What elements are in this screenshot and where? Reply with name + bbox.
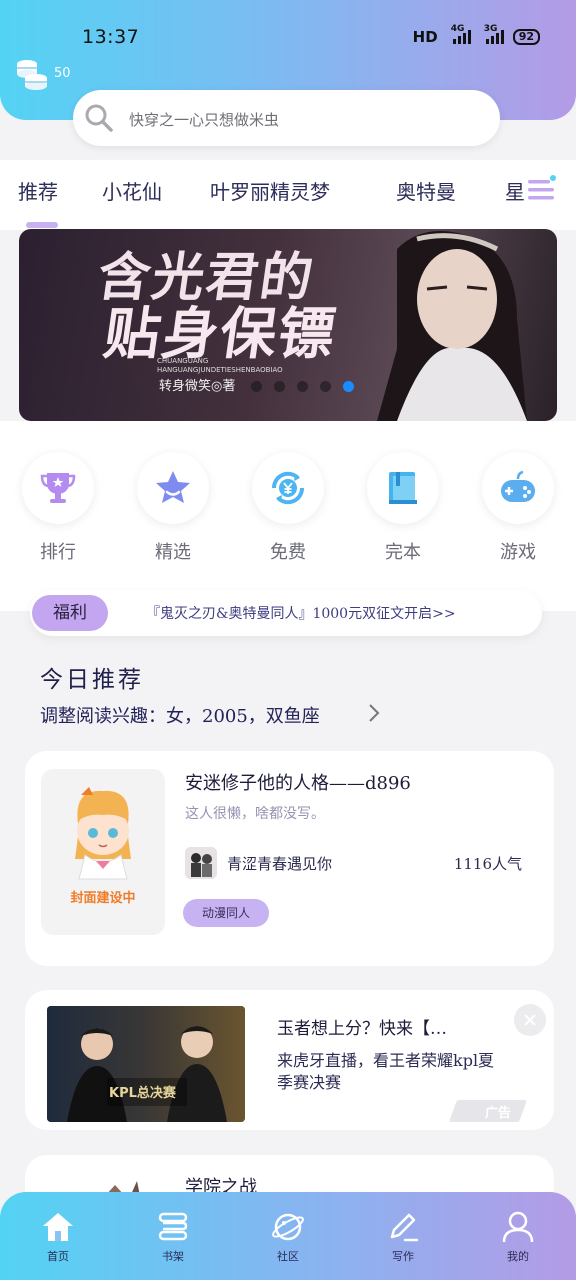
- welfare-text: 『鬼灭之刃&奥特曼同人』1000元双征文开启>>: [146, 606, 456, 622]
- quick-entry-free[interactable]: 免费: [238, 452, 338, 564]
- carousel-dot[interactable]: [274, 381, 285, 392]
- signal-3g-icon: 3G: [484, 24, 504, 44]
- coins-icon[interactable]: [14, 56, 50, 92]
- tab-star[interactable]: 星: [505, 176, 525, 205]
- tab-ultraman[interactable]: 奥特曼: [396, 176, 456, 205]
- battery-icon: 92: [512, 29, 540, 45]
- quick-entry-label: 游戏: [500, 542, 536, 563]
- search-icon: [85, 104, 113, 132]
- tab-yeluoli[interactable]: 叶罗丽精灵梦: [210, 176, 330, 205]
- signal-4g-icon: 4G: [451, 24, 471, 44]
- book-card[interactable]: 封面建设中 安迷修子他的人格——d896 这人很懒，啥都没写。 青涩青春遇见你 …: [25, 751, 554, 966]
- carousel-dots: [251, 381, 354, 392]
- carousel-dot[interactable]: [251, 381, 262, 392]
- quick-entry-label: 完本: [385, 542, 421, 563]
- book-description: 这人很懒，啥都没写。: [185, 806, 325, 822]
- star-icon: [156, 471, 190, 503]
- chevron-right-icon[interactable]: [366, 702, 382, 724]
- ad-image-caption: KPL总决赛: [109, 1086, 176, 1101]
- bottom-navigation: 首页 书架 社区 写作 我的: [0, 1192, 576, 1280]
- popularity-count: 1116人气: [453, 855, 522, 873]
- quick-entry-label: 精选: [155, 542, 191, 563]
- banner-carousel[interactable]: 含光君的 贴身保镖 CHUANGUANG HANGUANGJUNDETIESHE…: [19, 229, 557, 421]
- quick-entry-completed[interactable]: 完本: [353, 452, 453, 564]
- nav-bookshelf[interactable]: 书架: [133, 1210, 213, 1264]
- welfare-badge: 福利: [32, 595, 108, 631]
- genre-tag[interactable]: 动漫同人: [183, 899, 269, 927]
- ad-title: 玉者想上分？快来【…: [277, 1019, 447, 1039]
- trophy-icon: [40, 473, 76, 503]
- quick-entry-games[interactable]: 游戏: [468, 452, 568, 564]
- book-icon: [389, 472, 417, 504]
- tab-indicator: [26, 222, 58, 228]
- reading-interest-link[interactable]: 调整阅读兴趣：女，2005，双鱼座: [40, 702, 320, 728]
- cover-placeholder-text: 封面建设中: [70, 891, 136, 906]
- banner-pinyin: CHUANGUANG HANGUANGJUNDETIESHENBAOBIAO: [157, 357, 283, 374]
- nav-community[interactable]: 社区: [248, 1210, 328, 1264]
- nav-label: 社区: [277, 1250, 299, 1263]
- anime-girl-illustration: [75, 787, 131, 880]
- status-bar: 13:37 HD 4G 3G 92: [0, 0, 576, 72]
- ad-label: 广告: [485, 1106, 512, 1121]
- category-tabs: 推荐 小花仙 叶罗丽精灵梦 奥特曼 星: [0, 160, 576, 230]
- section-title-today: 今日推荐: [40, 667, 144, 693]
- carousel-dot[interactable]: [297, 381, 308, 392]
- user-icon: [502, 1211, 534, 1243]
- home-icon: [43, 1213, 73, 1241]
- banner-author: 转身微笑◎著: [159, 379, 236, 394]
- close-icon: [524, 1014, 536, 1026]
- quick-entry-label: 免费: [270, 542, 306, 563]
- bookshelf-icon: [158, 1212, 188, 1241]
- book-cover-placeholder: 封面建设中: [41, 769, 165, 935]
- category-menu-icon[interactable]: [524, 172, 558, 206]
- nav-label: 写作: [392, 1250, 414, 1263]
- ad-close-button[interactable]: [514, 1004, 546, 1036]
- search-bar[interactable]: 快穿之一心只想做米虫: [73, 90, 500, 146]
- carousel-dot[interactable]: [320, 381, 331, 392]
- nav-write[interactable]: 写作: [363, 1210, 443, 1264]
- tab-recommend[interactable]: 推荐: [18, 176, 58, 205]
- ad-card[interactable]: KPL总决赛 玉者想上分？快来【… 来虎牙直播，看王者荣耀kpl夏季赛决赛 广告: [25, 990, 554, 1130]
- quick-entry-featured[interactable]: 精选: [123, 452, 223, 564]
- nav-label: 书架: [162, 1250, 184, 1263]
- free-yen-icon: [271, 471, 305, 505]
- ad-image: KPL总决赛: [47, 1006, 245, 1122]
- pen-icon: [390, 1213, 419, 1242]
- planet-icon: [272, 1213, 304, 1241]
- banner-character-image: [377, 231, 527, 421]
- status-icons: HD 4G 3G 92: [412, 24, 540, 46]
- welfare-banner[interactable]: 福利 『鬼灭之刃&奥特曼同人』1000元双征文开启>>: [30, 590, 542, 636]
- search-placeholder: 快穿之一心只想做米虫: [129, 111, 280, 129]
- coin-count: 50: [54, 66, 71, 81]
- nav-label: 我的: [507, 1250, 529, 1263]
- quick-entry-ranking[interactable]: 排行: [8, 452, 108, 564]
- nav-home[interactable]: 首页: [18, 1210, 98, 1264]
- nav-profile[interactable]: 我的: [478, 1210, 558, 1264]
- tab-xiaohuaxian[interactable]: 小花仙: [102, 176, 162, 205]
- quick-entry-label: 排行: [40, 542, 76, 563]
- nav-label: 首页: [47, 1250, 69, 1263]
- book-title: 安迷修子他的人格——d896: [185, 773, 411, 794]
- hd-indicator: HD: [412, 28, 438, 46]
- gamepad-icon: [501, 470, 535, 502]
- carousel-dot-active[interactable]: [343, 381, 354, 392]
- status-time: 13:37: [82, 26, 140, 48]
- author-avatar: [185, 847, 217, 879]
- ad-description: 来虎牙直播，看王者荣耀kpl夏季赛决赛: [277, 1051, 495, 1092]
- author-name: 青涩青春遇见你: [227, 855, 333, 873]
